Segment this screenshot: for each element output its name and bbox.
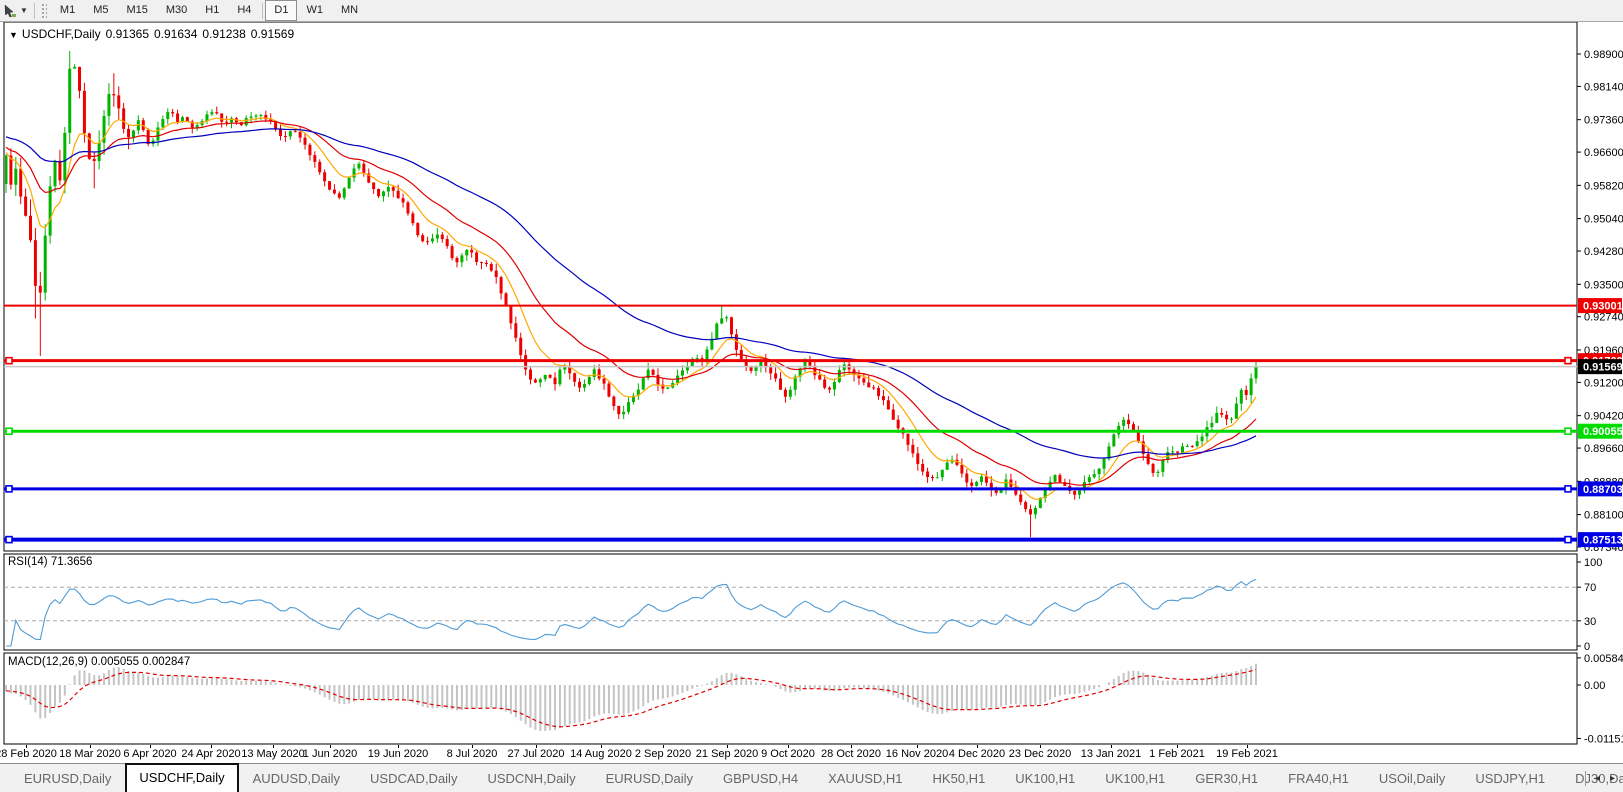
svg-text:0.90420: 0.90420 — [1584, 411, 1623, 423]
symbol-period-label: USDCHF,Daily — [22, 27, 101, 41]
svg-text:70: 70 — [1584, 582, 1596, 594]
chart-title: ▼ USDCHF,Daily 0.91365 0.91634 0.91238 0.9156… — [9, 27, 299, 41]
timeframe-button-m1[interactable]: M1 — [51, 0, 84, 21]
date-label: 23 Dec 2020 — [1009, 748, 1071, 760]
svg-text:0.97360: 0.97360 — [1584, 115, 1623, 127]
svg-text:0.005844: 0.005844 — [1584, 653, 1623, 665]
tab-scroll-controls: ◂ ▸ — [1581, 771, 1620, 786]
svg-text:0.92740: 0.92740 — [1584, 312, 1623, 324]
date-label: 1 Feb 2021 — [1149, 748, 1205, 760]
timeframe-button-mn[interactable]: MN — [332, 0, 367, 21]
timeframe-button-h4[interactable]: H4 — [228, 0, 260, 21]
date-label: 1 Jun 2020 — [303, 748, 357, 760]
toolbar-separator — [262, 3, 263, 19]
svg-text:100: 100 — [1584, 557, 1602, 569]
timeframe-button-w1[interactable]: W1 — [297, 0, 332, 21]
chart-tab-usdcnh-daily[interactable]: USDCNH,Daily — [473, 766, 589, 792]
rsi-indicator-label: RSI(14) 71.3656 — [8, 556, 92, 568]
date-label: 24 Apr 2020 — [181, 748, 240, 760]
chart-tab-usdjpy-h1[interactable]: USDJPY,H1 — [1461, 766, 1559, 792]
timeframe-toolbar: ▼ M1M5M15M30H1H4D1W1MN — [0, 0, 1623, 22]
chart-tab-xauusd-h1[interactable]: XAUUSD,H1 — [814, 766, 916, 792]
chart-tab-gbpusd-h4[interactable]: GBPUSD,H4 — [709, 766, 812, 792]
svg-text:0: 0 — [1584, 641, 1590, 653]
chart-tab-hk50-h1[interactable]: HK50,H1 — [919, 766, 1000, 792]
ohlc-low: 0.91238 — [202, 27, 245, 41]
date-label: 9 Oct 2020 — [761, 748, 815, 760]
date-label: 6 Apr 2020 — [123, 748, 176, 760]
date-label: 28 Feb 2020 — [0, 748, 57, 760]
date-label: 8 Jul 2020 — [447, 748, 498, 760]
chart-tab-audusd-daily[interactable]: AUDUSD,Daily — [239, 766, 354, 792]
date-axis: 28 Feb 202018 Mar 20206 Apr 2020 24 Apr 2… — [0, 745, 1623, 763]
date-label: 19 Jun 2020 — [368, 748, 429, 760]
toolbar-grip-handle[interactable] — [41, 3, 47, 18]
collapse-triangle-icon[interactable]: ▼ — [9, 30, 18, 40]
date-label: 28 Oct 2020 — [821, 748, 881, 760]
timeframe-button-m30[interactable]: M30 — [157, 0, 196, 21]
chart-tab-eurusd-daily[interactable]: EURUSD,Daily — [10, 766, 125, 792]
tab-divider — [1585, 771, 1586, 786]
toolbar-separator — [34, 3, 35, 19]
chart-tab-usoil-daily[interactable]: USOil,Daily — [1365, 766, 1459, 792]
svg-text:0.94280: 0.94280 — [1584, 246, 1623, 258]
timeframe-button-m5[interactable]: M5 — [84, 0, 117, 21]
svg-text:0.88100: 0.88100 — [1584, 510, 1623, 522]
ohlc-open: 0.91365 — [106, 27, 149, 41]
svg-text:0.93001: 0.93001 — [1583, 301, 1623, 313]
chart-tab-fra40-h1[interactable]: FRA40,H1 — [1274, 766, 1363, 792]
macd-values: 0.005055 0.002847 — [91, 656, 190, 668]
svg-text:0.95040: 0.95040 — [1584, 214, 1623, 226]
cursor-tool-button[interactable]: ▼ — [0, 0, 32, 21]
date-label: 21 Sep 2020 — [696, 748, 758, 760]
svg-text:0.93500: 0.93500 — [1584, 279, 1623, 291]
svg-text:0.91569: 0.91569 — [1583, 362, 1623, 374]
chart-tab-ger30-h1[interactable]: GER30,H1 — [1181, 766, 1272, 792]
chart-tab-uk100-h1[interactable]: UK100,H1 — [1091, 766, 1179, 792]
svg-text:0.98900: 0.98900 — [1584, 49, 1623, 61]
price-chart-canvas[interactable]: 0.98900 0.98140 0.97360 0.96600 0.95820 0.950… — [0, 22, 1623, 745]
ohlc-close: 0.91569 — [251, 27, 294, 41]
svg-text:0.89660: 0.89660 — [1584, 443, 1623, 455]
date-label: 2 Sep 2020 — [635, 748, 691, 760]
date-label: 18 Mar 2020 — [59, 748, 121, 760]
rsi-value: 71.3656 — [51, 556, 93, 568]
svg-text:0.87513: 0.87513 — [1583, 535, 1623, 547]
date-label: 16 Nov 2020 — [886, 748, 948, 760]
macd-name: MACD(12,26,9) — [8, 656, 88, 668]
price-axis: 0.98900 0.98140 0.97360 0.96600 0.95820 0.950… — [1577, 49, 1623, 554]
svg-text:0.90055: 0.90055 — [1583, 426, 1623, 438]
svg-text:0.88703: 0.88703 — [1583, 484, 1623, 496]
date-label: 19 Feb 2021 — [1216, 748, 1278, 760]
chart-tab-usdchf-daily[interactable]: USDCHF,Daily — [125, 763, 238, 792]
cursor-crosshair-icon — [3, 4, 17, 18]
timeframe-button-h1[interactable]: H1 — [196, 0, 228, 21]
chevron-down-icon: ▼ — [20, 6, 28, 15]
tab-scroll-left-icon[interactable]: ◂ — [1590, 773, 1605, 784]
chart-tab-eurusd-daily[interactable]: EURUSD,Daily — [592, 766, 707, 792]
svg-text:0.98140: 0.98140 — [1584, 81, 1623, 93]
svg-text:0.00: 0.00 — [1584, 680, 1605, 692]
chart-tab-usdcad-daily[interactable]: USDCAD,Daily — [356, 766, 471, 792]
date-label: 4 Dec 2020 — [949, 748, 1005, 760]
date-label: 14 Aug 2020 — [570, 748, 632, 760]
date-label: 13 Jan 2021 — [1081, 748, 1142, 760]
svg-text:-0.011516: -0.011516 — [1584, 733, 1623, 745]
rsi-name: RSI(14) — [8, 556, 48, 568]
svg-text:0.95820: 0.95820 — [1584, 180, 1623, 192]
ohlc-high: 0.91634 — [154, 27, 197, 41]
timeframe-button-d1[interactable]: D1 — [265, 0, 297, 21]
svg-text:0.91200: 0.91200 — [1584, 377, 1623, 389]
chart-tab-uk100-h1[interactable]: UK100,H1 — [1001, 766, 1089, 792]
tab-scroll-right-icon[interactable]: ▸ — [1605, 773, 1620, 784]
date-label: 13 May 2020 — [241, 748, 305, 760]
timeframe-button-m15[interactable]: M15 — [117, 0, 156, 21]
date-label: 27 Jul 2020 — [508, 748, 565, 760]
svg-text:30: 30 — [1584, 616, 1596, 628]
timeframe-buttons: M1M5M15M30H1H4D1W1MN — [51, 0, 367, 21]
chart-tab-bar: EURUSD,DailyUSDCHF,DailyAUDUSD,DailyUSDC… — [0, 763, 1623, 792]
svg-text:0.96600: 0.96600 — [1584, 147, 1623, 159]
trading-platform-window: ▼ M1M5M15M30H1H4D1W1MN 0.989000.981400.9… — [0, 0, 1623, 792]
macd-indicator-label: MACD(12,26,9) 0.005055 0.002847 — [8, 656, 190, 668]
